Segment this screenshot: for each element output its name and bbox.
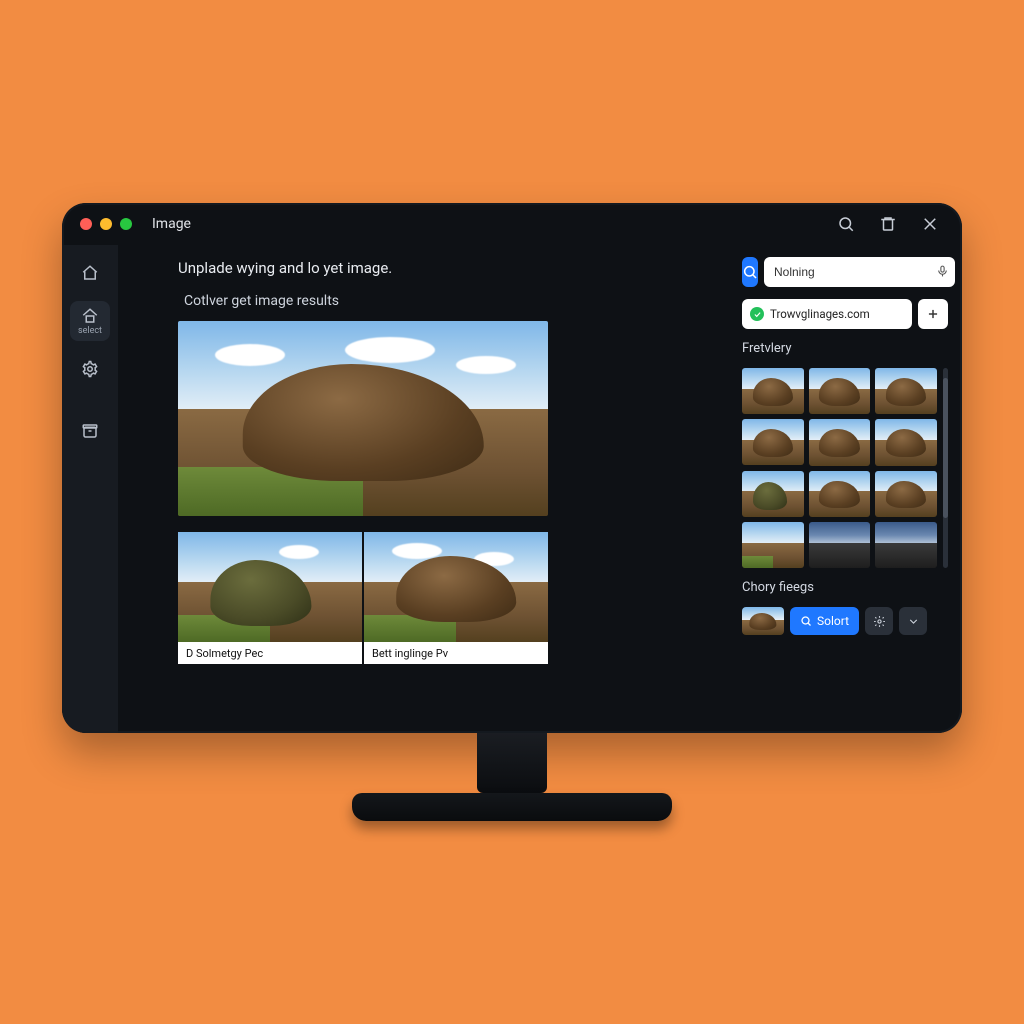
selected-thumbnail[interactable] <box>742 607 784 635</box>
window-title: Image <box>152 216 191 232</box>
mic-icon[interactable] <box>936 263 949 282</box>
search-icon[interactable] <box>832 210 860 238</box>
result-card[interactable]: D Solmetgy Pec <box>178 532 362 664</box>
add-source-button[interactable] <box>918 299 948 329</box>
thumbnail[interactable] <box>742 471 804 517</box>
thumbnail[interactable] <box>742 419 804 465</box>
titlebar: Image <box>62 203 962 245</box>
sidebar-item-settings[interactable] <box>70 349 110 389</box>
select-button[interactable]: Solort <box>790 607 859 635</box>
result-caption: Bett inglinge Pv <box>364 642 548 664</box>
thumbnail[interactable] <box>742 368 804 414</box>
sidebar-item-archive[interactable] <box>70 411 110 451</box>
verified-icon <box>750 307 764 321</box>
thumbnail[interactable] <box>809 419 871 465</box>
sidebar-item-select[interactable]: select <box>70 301 110 341</box>
thumbnail[interactable] <box>875 419 937 465</box>
result-caption: D Solmetgy Pec <box>178 642 362 664</box>
result-card[interactable]: Bett inglinge Pv <box>364 532 548 664</box>
source-url-text: Trowvglinages.com <box>770 307 870 321</box>
close-icon[interactable] <box>916 210 944 238</box>
sidebar-item-home[interactable] <box>70 253 110 293</box>
select-button-label: Solort <box>817 614 849 628</box>
hero-image[interactable] <box>178 321 548 516</box>
thumbnail[interactable] <box>809 522 871 568</box>
main-content: Unplade wying and lo yet image. Cotlver … <box>118 245 732 733</box>
sidebar-item-label: select <box>78 326 102 336</box>
source-url-chip[interactable]: Trowvglinages.com <box>742 299 912 329</box>
window-controls <box>80 218 132 230</box>
result-row: D Solmetgy Pec <box>178 532 702 664</box>
thumbnail[interactable] <box>875 471 937 517</box>
search-input[interactable] <box>764 257 955 287</box>
thumbnail[interactable] <box>809 368 871 414</box>
minimize-window-button[interactable] <box>100 218 112 230</box>
settings-small-button[interactable] <box>865 607 893 635</box>
trash-icon[interactable] <box>874 210 902 238</box>
app-window: Image select <box>62 203 962 733</box>
search-button[interactable] <box>742 257 758 287</box>
page-subheading: Cotlver get image results <box>184 293 702 309</box>
thumbnail[interactable] <box>875 522 937 568</box>
page-headline: Unplade wying and lo yet image. <box>178 259 702 277</box>
thumbnail[interactable] <box>875 368 937 414</box>
scrollbar-thumb[interactable] <box>943 378 948 518</box>
thumbnail[interactable] <box>742 522 804 568</box>
panel-section-label: Fretvlery <box>742 341 948 356</box>
thumbnail-grid <box>742 368 937 568</box>
thumbnail[interactable] <box>809 471 871 517</box>
panel-section-label: Chory fieegs <box>742 580 948 595</box>
scrollbar[interactable] <box>943 368 948 568</box>
sidebar: select <box>62 245 118 733</box>
maximize-window-button[interactable] <box>120 218 132 230</box>
more-small-button[interactable] <box>899 607 927 635</box>
close-window-button[interactable] <box>80 218 92 230</box>
side-panel: Trowvglinages.com Fretvlery <box>732 245 962 733</box>
